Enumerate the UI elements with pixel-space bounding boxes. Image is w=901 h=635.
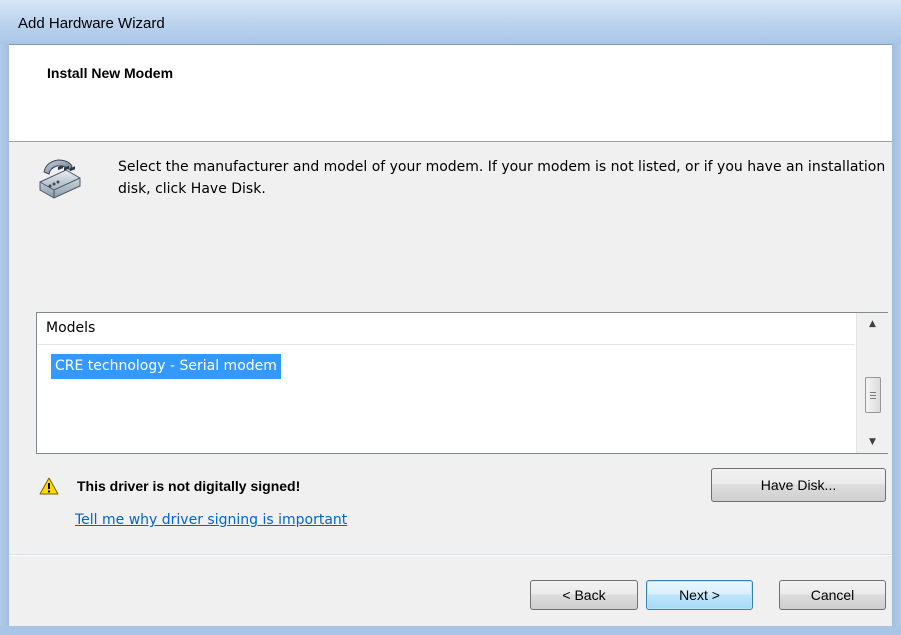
warning-icon: [39, 477, 59, 495]
next-button[interactable]: Next >: [646, 580, 753, 610]
add-hardware-wizard-window: Add Hardware Wizard Install New Modem Se…: [0, 0, 901, 635]
models-scrollbar[interactable]: ▲ ▼: [856, 313, 888, 453]
footer-divider: [9, 554, 892, 556]
unsigned-driver-warning: This driver is not digitally signed!: [77, 478, 301, 494]
thumb-grip-line: [870, 398, 876, 399]
thumb-grip-line: [870, 392, 876, 393]
modem-icon: [39, 159, 81, 199]
scroll-down-arrow-icon[interactable]: ▼: [857, 431, 888, 453]
scroll-thumb[interactable]: [865, 377, 881, 413]
instructions-text: Select the manufacturer and model of you…: [118, 159, 886, 197]
models-column-header[interactable]: Models: [37, 313, 855, 345]
have-disk-button[interactable]: Have Disk...: [711, 468, 886, 502]
cancel-button[interactable]: Cancel: [779, 580, 886, 610]
title-bar[interactable]: Add Hardware Wizard: [0, 0, 901, 45]
models-header-label: Models: [46, 320, 96, 336]
page-title: Install New Modem: [47, 65, 174, 81]
window-frame-left: [0, 44, 9, 635]
thumb-grip-line: [870, 395, 876, 396]
driver-signing-link[interactable]: Tell me why driver signing is important: [75, 512, 347, 528]
window-frame-bottom: [0, 626, 901, 635]
wizard-header: Install New Modem: [9, 45, 892, 142]
scroll-up-arrow-icon[interactable]: ▲: [857, 313, 888, 335]
back-button[interactable]: < Back: [530, 580, 638, 610]
window-title: Add Hardware Wizard: [18, 15, 165, 32]
list-item-selected[interactable]: CRE technology - Serial modem: [51, 354, 281, 379]
window-frame-right: [892, 44, 901, 635]
models-list[interactable]: Models CRE technology - Serial modem ▲ ▼: [36, 312, 888, 454]
wizard-content: Select the manufacturer and model of you…: [9, 142, 892, 626]
